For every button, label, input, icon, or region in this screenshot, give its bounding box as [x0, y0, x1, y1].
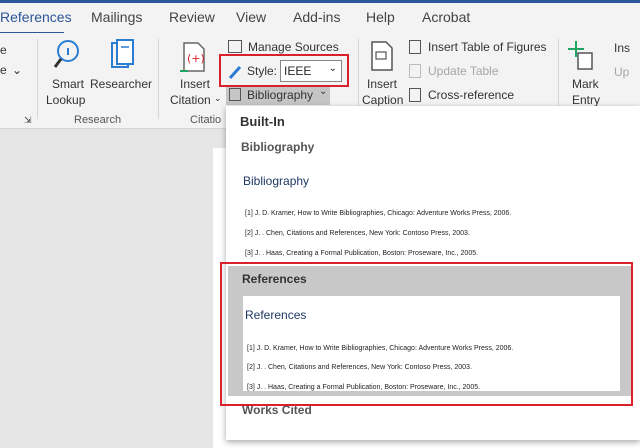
- references-highlight-box: [220, 262, 633, 406]
- cross-reference-icon: [409, 88, 421, 102]
- tab-mailings[interactable]: Mailings: [91, 9, 142, 25]
- smart-lookup-button[interactable]: Smart Lookup: [44, 37, 92, 109]
- gallery-item-bibliography[interactable]: Bibliography Bibliography [1] J. D. Kram…: [226, 134, 640, 264]
- insert-index-button[interactable]: Ins: [614, 41, 630, 55]
- update-index-button: Up: [614, 65, 630, 79]
- chevron-down-icon: ⌄: [319, 86, 328, 97]
- update-table-icon: [409, 64, 421, 78]
- clipped-label[interactable]: e: [0, 63, 7, 77]
- research-group-label: Research: [74, 114, 122, 126]
- preview-entry: [2] J. . Chen, Citations and References,…: [245, 230, 470, 237]
- researcher-icon: [111, 39, 134, 68]
- tab-review[interactable]: Review: [169, 9, 215, 25]
- cross-reference-button[interactable]: Cross-reference: [409, 87, 549, 105]
- manage-sources-icon: [228, 40, 242, 53]
- chevron-down-icon: ⌄: [214, 93, 222, 103]
- tab-view[interactable]: View: [236, 9, 266, 25]
- menu-header: Built-In: [240, 114, 285, 129]
- ribbon-tabs: References Mailings Review View Add-ins …: [0, 3, 640, 35]
- group-separator: [158, 39, 159, 119]
- bibliography-icon: [229, 88, 241, 101]
- tab-add-ins[interactable]: Add-ins: [293, 9, 340, 25]
- insert-citation-button[interactable]: (+) Insert Citation ⌄: [166, 37, 222, 109]
- researcher-button[interactable]: Researcher: [90, 37, 152, 109]
- mark-entry-button[interactable]: Mark Entry: [564, 37, 608, 109]
- smart-lookup-icon: [53, 40, 79, 68]
- preview-entry: [3] J. . Haas, Creating a Formal Publica…: [245, 250, 479, 257]
- bibliography-button[interactable]: Bibliography ⌄: [226, 85, 330, 105]
- tab-references[interactable]: References: [0, 9, 72, 25]
- tab-acrobat[interactable]: Acrobat: [422, 9, 470, 25]
- preview-heading: Bibliography: [243, 174, 310, 188]
- insert-caption-icon: [371, 41, 393, 71]
- insert-caption-button[interactable]: Insert Caption: [360, 37, 404, 109]
- insert-citation-icon: (+): [180, 42, 205, 72]
- svg-text:(+): (+): [187, 52, 205, 65]
- clipped-label[interactable]: e: [0, 43, 7, 57]
- citations-group-label: Citatio: [190, 114, 222, 126]
- preview-entry: [1] J. D. Kramer, How to Write Bibliogra…: [245, 210, 512, 217]
- mark-entry-icon: [568, 41, 593, 70]
- gallery-item-title: Bibliography: [241, 140, 315, 154]
- tab-help[interactable]: Help: [366, 9, 395, 25]
- update-table-button: Update Table: [409, 63, 549, 81]
- style-highlight-box: [219, 54, 349, 87]
- dialog-launcher-icon[interactable]: ⇲: [24, 115, 32, 126]
- table-of-figures-icon: [409, 40, 421, 54]
- insert-table-of-figures-button[interactable]: Insert Table of Figures: [409, 39, 549, 57]
- group-separator: [37, 39, 38, 119]
- chevron-down-icon[interactable]: ⌄: [12, 63, 22, 77]
